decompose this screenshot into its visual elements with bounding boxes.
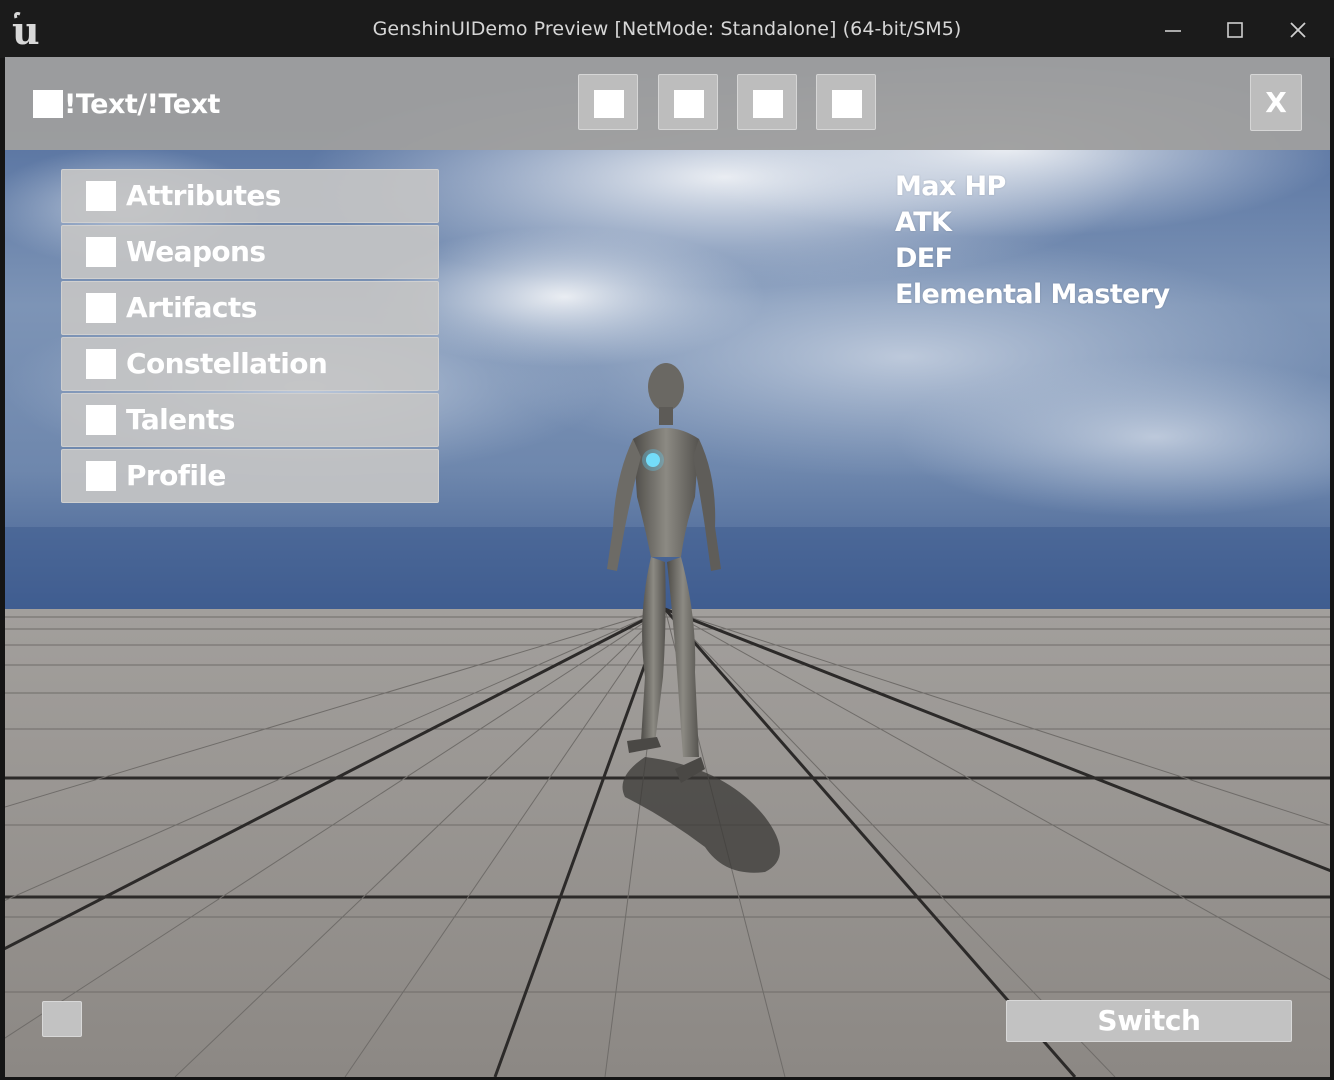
maximize-icon[interactable] <box>1214 10 1258 50</box>
header-title-group: !Text/!Text <box>33 88 220 120</box>
close-window-icon[interactable] <box>1276 10 1320 50</box>
menu-item-icon <box>86 237 116 267</box>
title-icon <box>33 90 63 118</box>
menu-item-icon <box>86 349 116 379</box>
menu-item-attributes[interactable]: Attributes <box>61 169 439 223</box>
tab-square-icon <box>832 90 862 118</box>
tab-4[interactable] <box>816 74 876 130</box>
menu-item-icon <box>86 181 116 211</box>
menu-item-artifacts[interactable]: Artifacts <box>61 281 439 335</box>
close-menu-button[interactable]: X <box>1250 74 1302 131</box>
game-viewport[interactable]: !Text/!Text X Attributes Weapons Artifac… <box>5 57 1330 1077</box>
menu-item-icon <box>86 405 116 435</box>
menu-item-profile[interactable]: Profile <box>61 449 439 503</box>
stat-def: DEF <box>895 243 953 274</box>
stat-max-hp: Max HP <box>895 171 1006 202</box>
side-menu: Attributes Weapons Artifacts Constellati… <box>61 169 439 505</box>
menu-item-label: Profile <box>126 459 226 492</box>
top-bar: !Text/!Text X <box>5 57 1330 150</box>
menu-item-label: Constellation <box>126 347 328 380</box>
menu-item-label: Attributes <box>126 179 281 212</box>
tab-2[interactable] <box>658 74 718 130</box>
menu-item-label: Talents <box>126 403 235 436</box>
small-square-button[interactable] <box>42 1001 82 1037</box>
switch-button[interactable]: Switch <box>1006 1000 1292 1042</box>
stat-elemental-mastery: Elemental Mastery <box>895 279 1170 310</box>
page-title: !Text/!Text <box>64 88 220 120</box>
menu-item-label: Weapons <box>126 235 266 268</box>
tab-square-icon <box>594 90 624 118</box>
menu-item-talents[interactable]: Talents <box>61 393 439 447</box>
tab-3[interactable] <box>737 74 797 130</box>
menu-item-label: Artifacts <box>126 291 257 324</box>
menu-item-icon <box>86 293 116 323</box>
tab-square-icon <box>674 90 704 118</box>
tab-square-icon <box>753 90 783 118</box>
menu-item-weapons[interactable]: Weapons <box>61 225 439 279</box>
stats-list: Max HP ATK DEF Elemental Mastery <box>895 169 1170 313</box>
window-title: GenshinUIDemo Preview [NetMode: Standalo… <box>372 18 962 40</box>
stat-atk: ATK <box>895 207 952 238</box>
tab-1[interactable] <box>578 74 638 130</box>
menu-item-icon <box>86 461 116 491</box>
window-titlebar: u GenshinUIDemo Preview [NetMode: Standa… <box>0 0 1334 58</box>
menu-item-constellation[interactable]: Constellation <box>61 337 439 391</box>
minimize-icon[interactable] <box>1152 10 1196 50</box>
